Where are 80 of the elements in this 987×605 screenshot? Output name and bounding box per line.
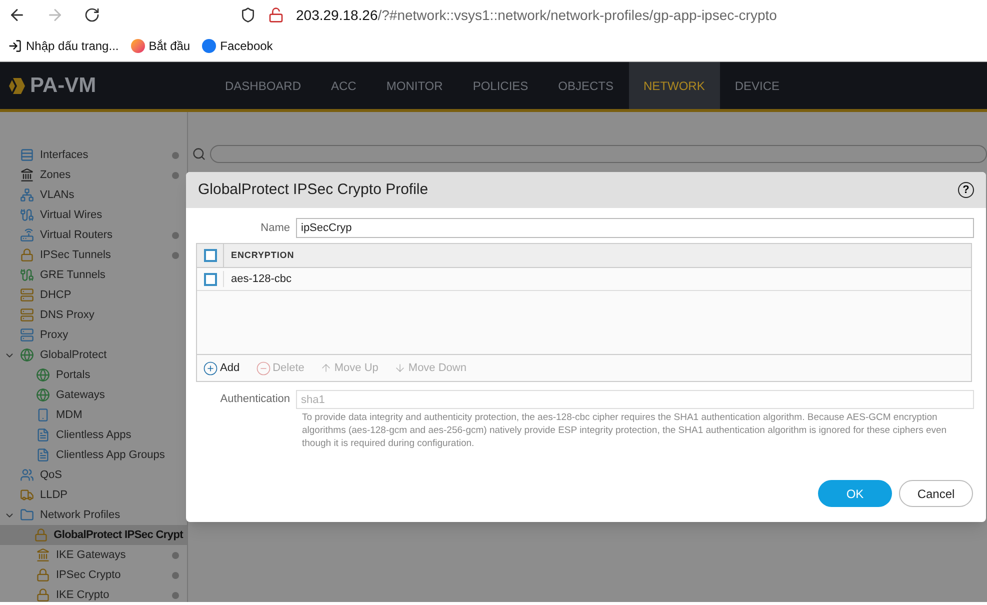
sidebar-item[interactable]: Zones (0, 165, 187, 185)
dialog-title: GlobalProtect IPSec Crypto Profile (198, 180, 428, 200)
table-cell: aes-128-cbc (223, 270, 971, 288)
field-label: Authentication (219, 392, 291, 408)
bookmark[interactable]: Bắt đầu (130, 36, 190, 54)
sidebar-item[interactable]: Gateways (0, 385, 187, 405)
lock-icon (20, 248, 34, 262)
sidebar-item[interactable]: Interfaces (0, 145, 187, 165)
nav-tab[interactable]: DEVICE (720, 62, 795, 109)
sidebar-item[interactable]: GlobalProtect IPSec Crypt (0, 525, 187, 545)
people-icon (20, 468, 34, 482)
sidebar-item[interactable]: MDM (0, 405, 187, 425)
nav-tab[interactable]: ACC (316, 62, 372, 109)
sidebar-item[interactable]: Virtual Routers (0, 225, 187, 245)
browser-logo-icon (130, 38, 145, 52)
sidebar-item[interactable]: DNS Proxy (0, 305, 187, 325)
sidebar-item[interactable]: Portals (0, 365, 187, 385)
globe-icon (20, 348, 34, 362)
ok-button[interactable]: OK (818, 480, 892, 507)
cancel-button[interactable]: Cancel (899, 480, 973, 507)
nav-tab[interactable]: NETWORK (628, 62, 720, 109)
lock-icon (34, 528, 48, 542)
lock-icon (36, 588, 50, 602)
arrow-down-icon (394, 362, 406, 374)
logo-icon (8, 76, 26, 94)
truck-icon (20, 488, 34, 502)
nav-tab[interactable]: DASHBOARD (210, 62, 316, 109)
search-icon (192, 147, 206, 161)
router-icon (20, 228, 34, 242)
bookmark[interactable]: Facebook (202, 36, 273, 54)
document-icon (36, 448, 50, 462)
toolbar-button[interactable]: Add (203, 360, 240, 376)
folder-icon (20, 508, 34, 522)
nav-tab[interactable]: POLICIES (458, 62, 544, 109)
globe-icon (36, 368, 50, 382)
checkbox[interactable] (204, 249, 216, 262)
bookmark[interactable]: Nhập dấu trang... (8, 36, 119, 54)
sidebar-item[interactable]: Virtual Wires (0, 205, 187, 225)
add-icon (203, 360, 218, 376)
field-label: Name (260, 220, 291, 236)
insecure-lock-icon[interactable] (268, 7, 284, 23)
network-icon (20, 188, 34, 202)
sidebar-item[interactable]: QoS (0, 465, 187, 485)
help-text: To provide data integrity and authenticity protection, the aes-128-cbc cipher requires the SHA1 authentication algorithm. Because AES-GCM encryption algorithms (aes-128-gcm and aes-256-gcm) natively provide ESP integrity protection, the SHA1 authentication algorithm is ignored for these ciphers even though it is required during configuration. (302, 411, 948, 450)
sidebar-item[interactable]: IKE Crypto (0, 585, 187, 605)
sidebar-item[interactable]: VLANs (0, 185, 187, 205)
sidebar-item[interactable]: LLDP (0, 485, 187, 505)
sidebar-item[interactable]: DHCP (0, 285, 187, 305)
help-button[interactable]: ? (958, 182, 974, 198)
remove-icon (256, 360, 271, 376)
globe-icon (36, 388, 50, 402)
shield-icon[interactable] (240, 7, 256, 23)
facebook-icon (202, 38, 216, 52)
product-name: PA-VM (30, 72, 96, 99)
sidebar-item[interactable]: Clientless Apps (0, 425, 187, 445)
import-icon (8, 38, 22, 52)
sidebar-item[interactable]: GlobalProtect (0, 345, 187, 365)
checkbox[interactable] (204, 272, 216, 286)
back-icon[interactable] (8, 6, 26, 24)
interfaces-icon (20, 148, 34, 162)
search-field[interactable] (210, 145, 987, 163)
server-icon (20, 288, 34, 302)
sidebar-item[interactable]: Proxy (0, 325, 187, 345)
nav-tab[interactable]: OBJECTS (543, 62, 629, 109)
sidebar-item[interactable]: Clientless App Groups (0, 445, 187, 465)
sidebar-item[interactable]: Network Profiles (0, 505, 187, 525)
sidebar-item[interactable]: IKE Gateways (0, 545, 187, 565)
document-icon (36, 428, 50, 442)
address-bar[interactable]: 203.29.18.26/?#network::vsys1::network/network-profiles/gp-app-ipsec-crypto (296, 4, 777, 26)
server-icon (20, 328, 34, 342)
sidebar-item[interactable]: GRE Tunnels (0, 265, 187, 285)
name-field[interactable]: ipSecCryp (296, 218, 974, 238)
nav-tab[interactable]: MONITOR (371, 62, 458, 109)
lock-icon (36, 568, 50, 582)
arrow-up-icon (320, 362, 332, 374)
phone-icon (36, 408, 50, 422)
sidebar-item[interactable]: IPSec Crypto (0, 565, 187, 585)
sidebar-item[interactable]: IPSec Tunnels (0, 245, 187, 265)
server-icon (20, 308, 34, 322)
reload-icon[interactable] (84, 7, 100, 23)
